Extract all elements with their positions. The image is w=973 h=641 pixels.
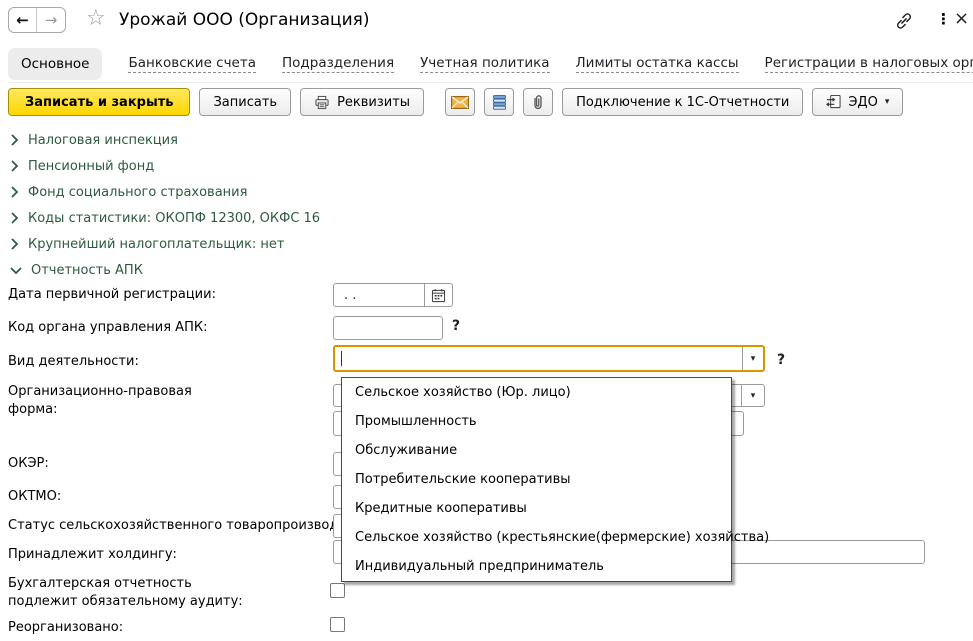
tab-cash-limits[interactable]: Лимиты остатка кассы	[576, 55, 739, 73]
activity-kind-combobox[interactable]: ▾	[333, 345, 765, 372]
section-label: Пенсионный фонд	[28, 159, 154, 174]
oker-label: ОКЭР:	[8, 456, 49, 471]
registration-date-value: . .	[334, 284, 424, 306]
reorganized-checkbox[interactable]	[330, 617, 345, 632]
chevron-right-icon	[10, 212, 19, 224]
calendar-button[interactable]	[424, 284, 452, 306]
stacked-discs-icon	[493, 95, 506, 110]
registration-date-field[interactable]: . .	[333, 283, 453, 307]
more-menu-icon[interactable]: ⋮	[936, 10, 951, 28]
edo-button[interactable]: ЭДО ▾	[812, 88, 903, 116]
edo-label: ЭДО	[848, 95, 877, 110]
dropdown-item-individual-entrepreneur[interactable]: Индивидуальный предприниматель	[342, 552, 731, 581]
holding-label: Принадлежит холдингу:	[8, 547, 177, 562]
activity-kind-label: Вид деятельности:	[8, 354, 139, 369]
section-statistics-codes[interactable]: Коды статистики: ОКОПФ 12300, ОКФС 16	[0, 205, 973, 231]
registration-date-label: Дата первичной регистрации:	[8, 287, 216, 302]
attachments-button[interactable]	[523, 88, 553, 116]
apk-authority-code-input[interactable]	[333, 316, 443, 340]
edo-exchange-icon	[826, 94, 841, 110]
edo-caret-icon: ▾	[885, 97, 890, 107]
producer-status-label: Статус сельскохозяйственного товаропроиз…	[8, 518, 383, 533]
audit-label-line2: подлежит обязательному аудиту:	[8, 594, 243, 609]
save-and-close-button[interactable]: Записать и закрыть	[8, 88, 190, 116]
chevron-right-icon	[10, 238, 19, 250]
requisites-label: Реквизиты	[337, 95, 410, 110]
favorite-star-icon[interactable]: ☆	[86, 6, 106, 31]
dropdown-item-farm-households[interactable]: Сельское хозяйство (крестьянские(фермерс…	[342, 523, 731, 552]
dropdown-item-credit-cooperatives[interactable]: Кредитные кооперативы	[342, 494, 731, 523]
send-email-button[interactable]	[445, 88, 475, 116]
legal-form-label-line1: Организационно-правовая	[8, 384, 192, 399]
tab-tax-registrations[interactable]: Регистрации в налоговых органах	[765, 55, 973, 73]
get-link-icon[interactable]	[894, 11, 914, 35]
audit-label-line1: Бухгалтерская отчетность	[8, 576, 192, 591]
section-largest-taxpayer[interactable]: Крупнейший налогоплательщик: нет	[0, 231, 973, 257]
reorganized-label: Реорганизовано:	[8, 620, 123, 635]
activity-kind-input[interactable]	[335, 347, 742, 370]
discussions-button[interactable]	[484, 88, 514, 116]
section-list: Налоговая инспекция Пенсионный фонд Фонд…	[0, 127, 973, 283]
section-label: Фонд социального страхования	[28, 185, 247, 200]
tab-main[interactable]: Основное	[8, 48, 102, 80]
paperclip-icon	[531, 94, 545, 110]
section-label: Отчетность АПК	[31, 263, 143, 278]
section-label: Крупнейший налогоплательщик: нет	[28, 237, 285, 252]
dropdown-item-agriculture-legal[interactable]: Сельское хозяйство (Юр. лицо)	[342, 378, 731, 407]
oktmo-label: ОКТМО:	[8, 489, 61, 504]
section-label: Налоговая инспекция	[28, 133, 178, 148]
section-label: Коды статистики: ОКОПФ 12300, ОКФС 16	[28, 211, 320, 226]
activity-kind-dropdown-list: Сельское хозяйство (Юр. лицо) Промышленн…	[341, 377, 732, 582]
section-tax-inspection[interactable]: Налоговая инспекция	[0, 127, 973, 153]
chevron-right-icon	[10, 134, 19, 146]
forward-button[interactable]: →	[37, 8, 65, 32]
tab-subdivisions[interactable]: Подразделения	[282, 55, 394, 73]
dropdown-item-consumer-cooperatives[interactable]: Потребительские кооперативы	[342, 465, 731, 494]
page-title: Урожай ООО (Организация)	[119, 10, 370, 30]
audit-checkbox[interactable]	[330, 583, 345, 598]
dropdown-item-industry[interactable]: Промышленность	[342, 407, 731, 436]
text-cursor	[341, 351, 342, 366]
tab-bank-accounts[interactable]: Банковские счета	[128, 55, 256, 73]
tab-accounting-policy[interactable]: Учетная политика	[420, 55, 549, 73]
save-button[interactable]: Записать	[199, 88, 291, 116]
section-social-insurance[interactable]: Фонд социального страхования	[0, 179, 973, 205]
legal-form-dropdown-arrow[interactable]: ▾	[741, 385, 764, 406]
dropdown-item-service[interactable]: Обслуживание	[342, 436, 731, 465]
organization-form-window: ← → ☆ Урожай ООО (Организация) ⋮ × Основ…	[0, 0, 973, 641]
legal-form-label-line2: форма:	[8, 402, 57, 417]
chevron-right-icon	[10, 160, 19, 172]
apk-authority-code-label: Код органа управления АПК:	[8, 320, 207, 335]
printer-icon	[314, 95, 330, 110]
calendar-icon	[431, 288, 446, 303]
chevron-down-icon	[10, 266, 22, 275]
envelope-icon	[451, 96, 469, 109]
section-pension-fund[interactable]: Пенсионный фонд	[0, 153, 973, 179]
requisites-button[interactable]: Реквизиты	[300, 88, 424, 116]
apk-code-help-link[interactable]: ?	[452, 318, 460, 334]
chain-link-icon	[894, 11, 914, 31]
section-apk-reporting[interactable]: Отчетность АПК	[0, 257, 973, 283]
close-icon[interactable]: ×	[954, 8, 969, 29]
toolbar: Записать и закрыть Записать Реквизиты	[8, 88, 903, 116]
back-button[interactable]: ←	[9, 8, 37, 32]
connect-1c-reporting-button[interactable]: Подключение к 1С-Отчетности	[562, 88, 803, 116]
history-nav-group: ← →	[8, 7, 66, 33]
activity-kind-help-link[interactable]: ?	[777, 352, 785, 368]
tab-bar: Основное Банковские счета Подразделения …	[8, 46, 973, 83]
chevron-right-icon	[10, 186, 19, 198]
activity-kind-dropdown-arrow[interactable]: ▾	[742, 347, 763, 370]
